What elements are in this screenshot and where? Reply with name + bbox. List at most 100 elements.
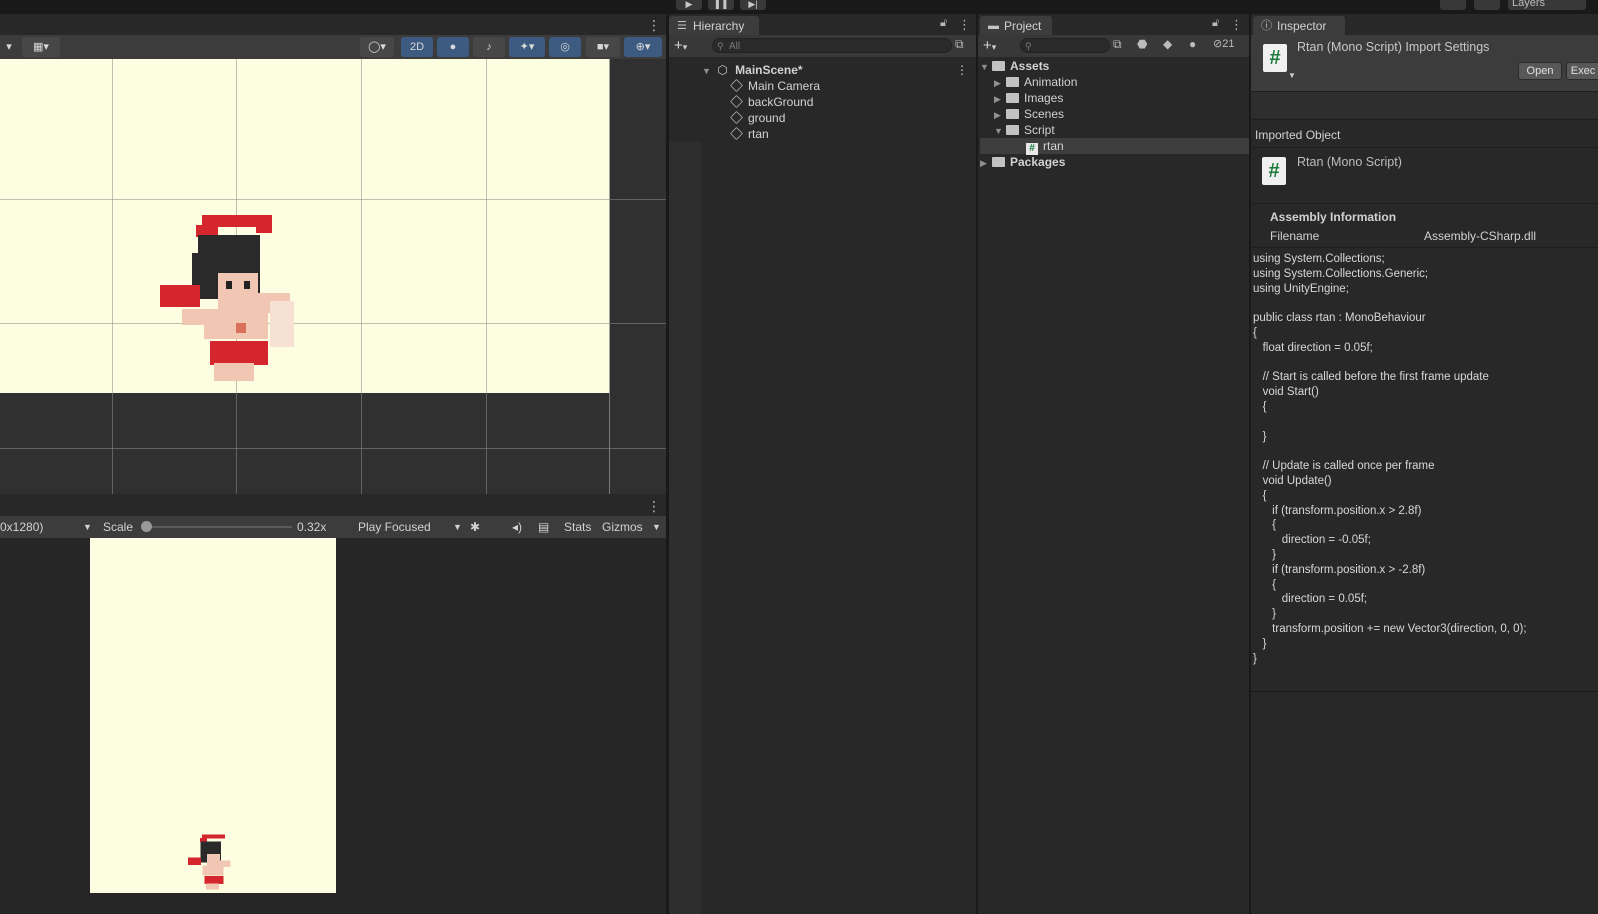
add-object-icon[interactable]: +▾ <box>674 35 687 58</box>
project-item-scenes[interactable]: ▶ Scenes <box>980 106 1249 122</box>
layers-dropdown[interactable]: Layers <box>1508 0 1586 10</box>
lock-icon[interactable]: 🔓︎ <box>1212 17 1219 30</box>
keyboard-icon[interactable]: ▤ <box>538 516 549 538</box>
gizmos-button[interactable]: Gizmos <box>602 516 643 538</box>
game-menu-icon[interactable]: ⋮ <box>647 498 661 515</box>
project-menu-icon[interactable]: ⋮ <box>1230 17 1243 33</box>
search-icon: ⚲ <box>717 41 724 51</box>
lock-icon[interactable]: 🔓︎ <box>940 17 947 30</box>
toggle-2d-button[interactable]: 2D <box>401 37 433 57</box>
expand-arrow-icon[interactable]: ▶ <box>980 155 992 171</box>
expand-arrow-icon[interactable]: ▶ <box>994 91 1006 107</box>
hidden-packages-toggle[interactable]: ⊘21 <box>1213 37 1234 50</box>
divider <box>1251 691 1598 692</box>
project-tree: ▼ Assets ▶ Animation ▶ Images ▶ Scenes ▼ Scri… <box>980 58 1249 170</box>
project-item-assets[interactable]: ▼ Assets <box>980 58 1249 74</box>
assembly-info-title: Assembly Information <box>1270 210 1397 224</box>
hierarchy-item-main-camera[interactable]: Main Camera <box>730 78 820 94</box>
grid-snap-icon[interactable]: ▦▾ <box>22 37 60 57</box>
pause-button[interactable]: ❚❚ <box>708 0 734 10</box>
scale-label: Scale <box>103 520 134 534</box>
effects-toggle-icon[interactable]: ✦▾ <box>509 37 545 57</box>
scale-value: 0.32x <box>297 520 327 534</box>
create-asset-icon[interactable]: +▾ <box>983 35 996 58</box>
dropdown-arrow-icon[interactable]: ▼ <box>1288 71 1296 80</box>
hierarchy-search-input[interactable]: ⚲ All <box>712 38 952 53</box>
folder-open-icon <box>1006 125 1019 135</box>
filename-value: Assembly-CSharp.dll <box>1424 229 1537 243</box>
lighting-toggle-icon[interactable]: ● <box>437 37 469 57</box>
project-item-script[interactable]: ▼ Script <box>980 122 1249 138</box>
audio-toggle-icon[interactable]: ♪ <box>473 37 505 57</box>
history-icon[interactable] <box>1440 0 1466 10</box>
project-item-packages[interactable]: ▶ Packages <box>980 154 1249 170</box>
project-item-animation[interactable]: ▶ Animation <box>980 74 1249 90</box>
expand-arrow-icon[interactable]: ▶ <box>994 107 1006 123</box>
imported-object-name: Rtan (Mono Script) <box>1297 155 1402 169</box>
hierarchy-item-background[interactable]: backGround <box>730 94 820 110</box>
filter-by-label-icon[interactable]: ⬣ <box>1137 37 1147 51</box>
expand-arrow-icon[interactable]: ▼ <box>994 123 1006 139</box>
resolution-dropdown[interactable]: 0x1280) ▼ <box>0 516 92 538</box>
dropdown-arrow-icon[interactable]: ▼ <box>652 516 661 538</box>
dropdown-arrow-icon: ▼ <box>83 522 92 532</box>
info-icon: ⓘ <box>1261 20 1272 32</box>
project-item-rtan-script[interactable]: # rtan <box>980 138 1249 155</box>
stats-button[interactable]: Stats <box>564 516 591 538</box>
search-icon[interactable] <box>1474 0 1500 10</box>
shading-mode-icon[interactable]: ◯▾ <box>360 37 394 57</box>
hierarchy-menu-icon[interactable]: ⋮ <box>958 17 971 33</box>
rtan-game-sprite <box>188 834 231 890</box>
dropdown-arrow-icon[interactable]: ▾ <box>0 37 18 57</box>
gameobject-icon <box>730 95 743 108</box>
gameobject-icon <box>730 79 743 92</box>
gizmos-toggle-icon[interactable]: ⊕▾ <box>624 37 662 57</box>
tab-project[interactable]: ▬ Project <box>980 16 1052 36</box>
folder-icon <box>1006 77 1019 87</box>
scene-visibility-icon[interactable]: ◎ <box>549 37 581 57</box>
rtan-sprite[interactable] <box>160 213 306 383</box>
csharp-script-icon: # <box>1263 44 1287 72</box>
execution-order-button[interactable]: Exec <box>1566 62 1598 80</box>
play-button[interactable]: ▶ <box>676 0 702 10</box>
play-mode-label: Play Focused <box>358 520 431 534</box>
hierarchy-item-ground[interactable]: ground <box>730 110 820 126</box>
scale-slider[interactable] <box>146 526 292 528</box>
bug-icon[interactable]: ✱ <box>470 516 480 538</box>
hierarchy-gutter <box>669 142 701 914</box>
expand-arrow-icon[interactable]: ▼ <box>980 59 992 75</box>
scene-menu-icon[interactable]: ⋮ <box>647 17 661 34</box>
gameobject-icon <box>730 127 743 140</box>
main-toolbar <box>0 0 1598 14</box>
tab-hierarchy[interactable]: ☰ Hierarchy <box>669 16 759 36</box>
scene-name: MainScene* <box>735 63 803 77</box>
play-mode-dropdown[interactable]: Play Focused ▼ <box>358 516 464 538</box>
resolution-label: 0x1280) <box>0 520 44 534</box>
folder-icon <box>1006 109 1019 119</box>
hierarchy-panel <box>669 14 976 914</box>
project-item-images[interactable]: ▶ Images <box>980 90 1249 106</box>
search-options-icon[interactable]: ⧉ <box>955 37 964 52</box>
folder-icon <box>992 157 1005 167</box>
game-screen[interactable] <box>90 538 336 893</box>
project-search-input[interactable]: ⚲ <box>1020 38 1110 53</box>
tag-icon[interactable]: ◆ <box>1163 37 1172 51</box>
search-by-type-icon[interactable]: ⧉ <box>1113 37 1122 52</box>
scene-menu-icon[interactable]: ⋮ <box>956 62 968 78</box>
expand-arrow-icon[interactable]: ▶ <box>994 75 1006 91</box>
hierarchy-items: Main Camera backGround ground rtan <box>730 78 820 142</box>
hierarchy-item-rtan[interactable]: rtan <box>730 126 820 142</box>
inspector-title: Rtan (Mono Script) Import Settings <box>1297 40 1490 54</box>
tab-inspector[interactable]: ⓘ Inspector <box>1253 16 1345 36</box>
scale-slider-handle[interactable] <box>141 521 152 532</box>
scene-root-row[interactable]: ▼ ⬡ MainScene* ⋮ <box>702 62 976 78</box>
step-button[interactable]: ▶| <box>740 0 766 10</box>
folder-icon: ▬ <box>988 20 999 32</box>
camera-icon[interactable]: ■▾ <box>586 37 620 57</box>
open-button[interactable]: Open <box>1518 62 1562 80</box>
warning-icon[interactable]: ● <box>1189 37 1196 51</box>
mute-audio-icon[interactable]: ◂) <box>512 516 522 538</box>
gameobject-icon <box>730 111 743 124</box>
scene-canvas[interactable] <box>0 59 666 494</box>
expand-arrow-icon[interactable]: ▼ <box>702 63 714 79</box>
